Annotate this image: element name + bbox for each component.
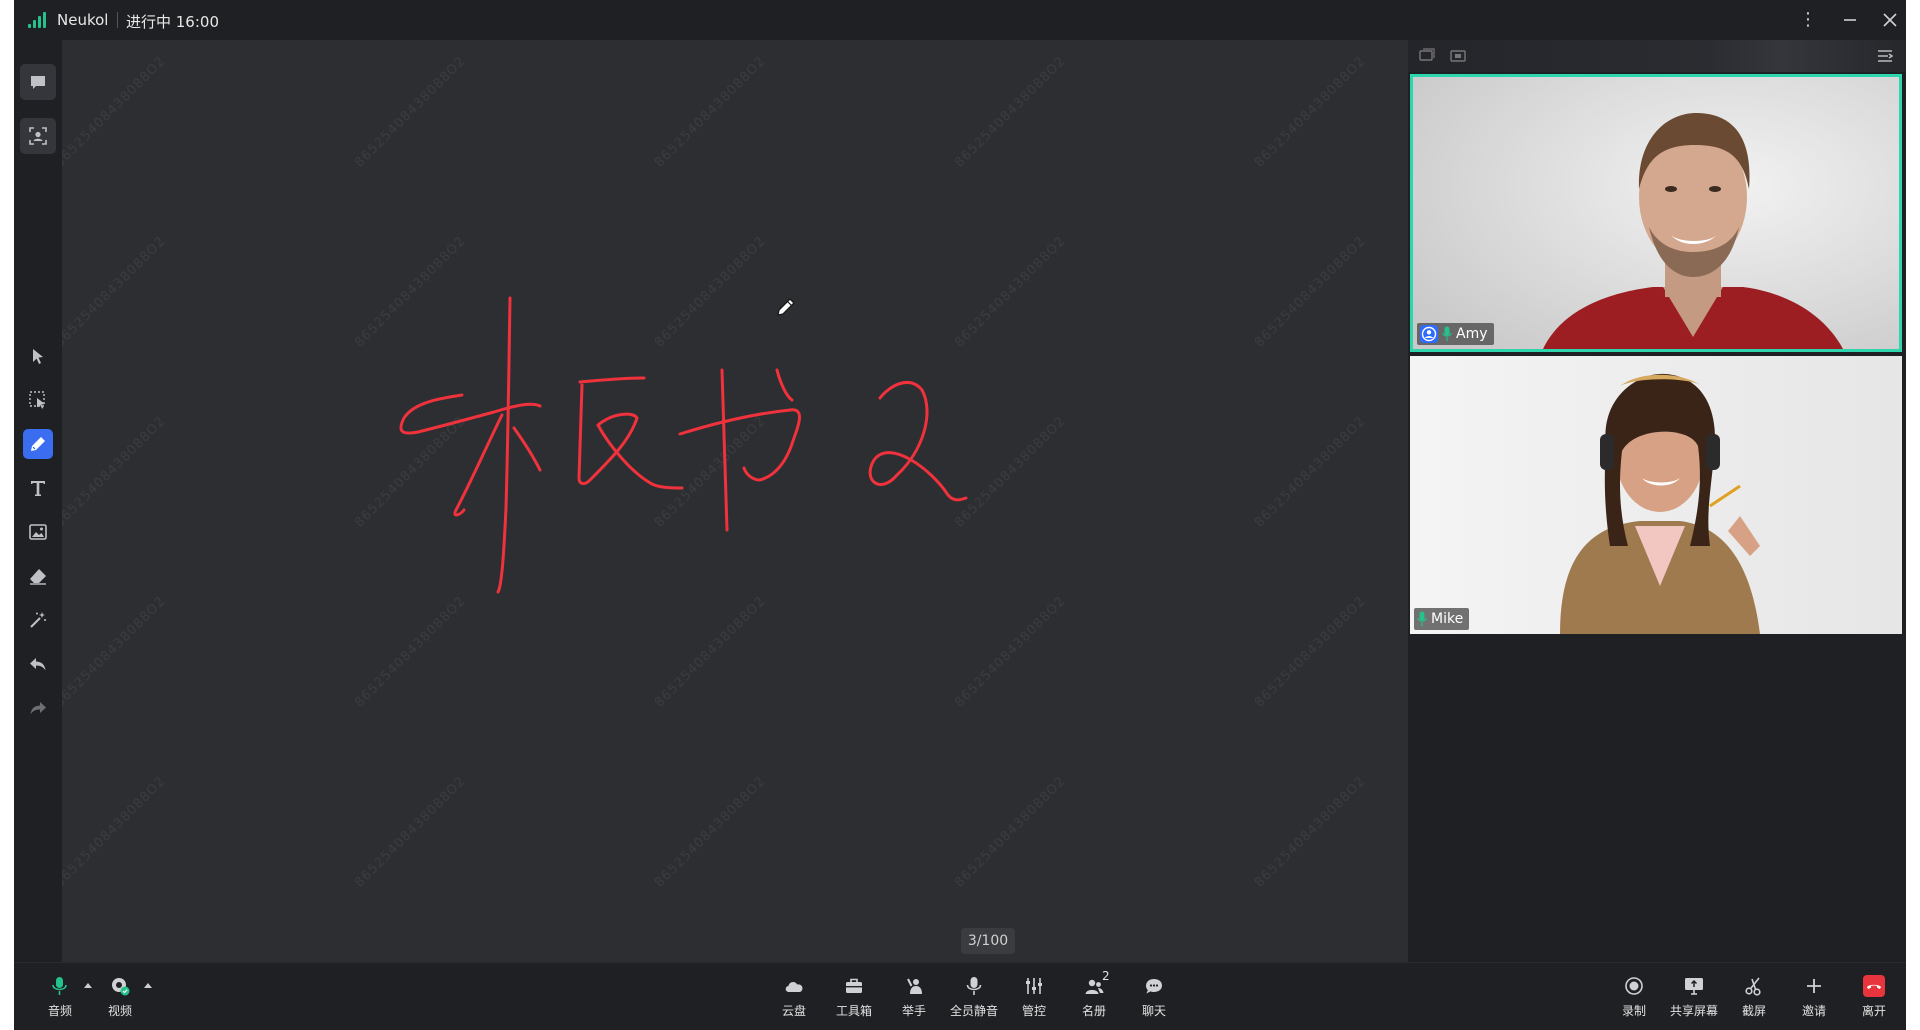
record-icon [1625, 977, 1643, 995]
participant-video-amy[interactable]: Amy [1410, 74, 1902, 352]
image-icon[interactable] [20, 514, 56, 550]
leave-button[interactable]: 离开 [1844, 975, 1904, 1025]
mic-icon [52, 977, 67, 995]
whiteboard-toolbar [14, 40, 62, 962]
stroke-8 [720, 368, 729, 532]
record-button[interactable]: 录制 [1604, 975, 1664, 1025]
invite-button[interactable]: 邀请 [1784, 975, 1844, 1025]
face-scan-icon[interactable] [20, 118, 56, 154]
cursor-arrow-icon[interactable] [20, 338, 56, 374]
toolbox-label: 工具箱 [835, 1004, 872, 1018]
video-label: 视频 [107, 1004, 132, 1018]
raise-hand-button[interactable]: 举手 [884, 975, 944, 1025]
chat-label: 聊天 [1141, 1004, 1166, 1018]
handwriting-strokes [399, 296, 968, 594]
participant-name: Mike [1431, 611, 1464, 627]
record-label: 录制 [1621, 1004, 1646, 1018]
stroke-5 [578, 376, 646, 384]
audio-button[interactable]: 音频 [30, 975, 92, 1025]
share-screen-button[interactable]: 共享屏幕 [1664, 975, 1724, 1025]
meeting-status: 进行中 16:00 [126, 13, 219, 31]
invite-label: 邀请 [1801, 1004, 1826, 1018]
title-bar: Neukol 进行中 16:00 ⋮ [14, 0, 1906, 40]
share-screen-icon [1685, 978, 1703, 995]
signal-strength-icon [28, 12, 48, 28]
pen-icon[interactable] [23, 429, 53, 459]
meeting-controls-bar: 音频 视频 云盘 工具箱 举手 全员静音 管控 2 名册 聊天 录制 共享屏幕 … [14, 962, 1906, 1030]
area-select-icon[interactable] [20, 382, 56, 418]
participant-video-mike[interactable]: Mike [1410, 356, 1902, 634]
cloud-label: 云盘 [781, 1004, 806, 1018]
mute-all-icon [966, 977, 982, 995]
roster-button[interactable]: 2 名册 [1064, 969, 1124, 1025]
stroke-9 [775, 368, 794, 402]
comment-icon[interactable] [20, 64, 56, 100]
close-icon[interactable] [1876, 6, 1904, 34]
meeting-window: Neukol 进行中 16:00 ⋮ 86525408438088O2 8652… [14, 0, 1906, 1030]
app-name: Neukol [57, 11, 109, 29]
mic-on-icon [1417, 611, 1427, 626]
mute-all-button[interactable]: 全员静音 [944, 975, 1004, 1025]
hang-up-icon [1863, 975, 1885, 997]
text-icon[interactable] [20, 470, 56, 506]
toolbox-button[interactable]: 工具箱 [824, 975, 884, 1025]
leave-label: 离开 [1861, 1004, 1886, 1018]
stroke-7 [678, 408, 801, 482]
redo-icon[interactable] [20, 690, 56, 726]
cloud-icon [785, 981, 803, 992]
participant-name: Amy [1456, 326, 1488, 342]
plus-icon [1807, 979, 1821, 993]
participant-name-tag: Mike [1414, 608, 1470, 630]
audio-label: 音频 [47, 1004, 72, 1018]
participant-name-tag: Amy [1417, 323, 1494, 345]
chat-button[interactable]: 聊天 [1124, 975, 1184, 1025]
share-screen-label: 共享屏幕 [1669, 1004, 1718, 1018]
participant-photo [1410, 356, 1902, 634]
minimize-icon[interactable] [1836, 6, 1864, 34]
video-panel: Amy Mike [1408, 40, 1906, 962]
video-button[interactable]: 视频 [90, 975, 152, 1025]
undo-icon[interactable] [20, 646, 56, 682]
roster-count: 2 [1102, 969, 1110, 983]
raise-hand-icon [907, 978, 922, 994]
title-separator [117, 12, 118, 28]
video-panel-header [1408, 40, 1906, 72]
screenshot-button[interactable]: 截屏 [1724, 975, 1784, 1025]
toolbox-icon [846, 978, 862, 993]
mute-all-label: 全员静音 [949, 1004, 998, 1018]
manage-label: 管控 [1021, 1004, 1046, 1018]
magic-wand-icon[interactable] [20, 602, 56, 638]
more-vertical-icon[interactable]: ⋮ [1794, 6, 1822, 34]
chat-icon [1146, 979, 1162, 994]
roster-label: 名册 [1081, 1004, 1106, 1018]
stroke-10 [868, 381, 968, 502]
manage-button[interactable]: 管控 [1004, 975, 1064, 1025]
grid-view-icon[interactable] [1418, 48, 1436, 64]
collapse-panel-icon[interactable] [1876, 48, 1894, 64]
stroke-3 [453, 413, 504, 517]
cloud-drive-button[interactable]: 云盘 [764, 975, 824, 1025]
speaker-view-icon[interactable] [1450, 48, 1468, 64]
stroke-1 [399, 393, 542, 435]
eraser-icon[interactable] [20, 558, 56, 594]
host-badge-icon [1420, 325, 1438, 343]
screenshot-label: 截屏 [1741, 1004, 1766, 1018]
mic-on-icon [1442, 326, 1452, 341]
sliders-icon [1026, 978, 1042, 994]
page-indicator[interactable]: 3/100 [961, 928, 1015, 954]
scissors-icon [1745, 977, 1761, 996]
participant-photo [1413, 77, 1899, 349]
stroke-6 [577, 383, 684, 490]
raise-hand-label: 举手 [901, 1004, 926, 1018]
stroke-4 [512, 426, 542, 472]
camera-icon [112, 978, 130, 996]
whiteboard-canvas[interactable]: 86525408438088O2 86525408438088O2 86525408… [62, 40, 1408, 962]
chevron-up-icon[interactable] [144, 983, 152, 988]
pen-cursor-icon [777, 298, 795, 316]
stroke-2 [496, 296, 512, 594]
